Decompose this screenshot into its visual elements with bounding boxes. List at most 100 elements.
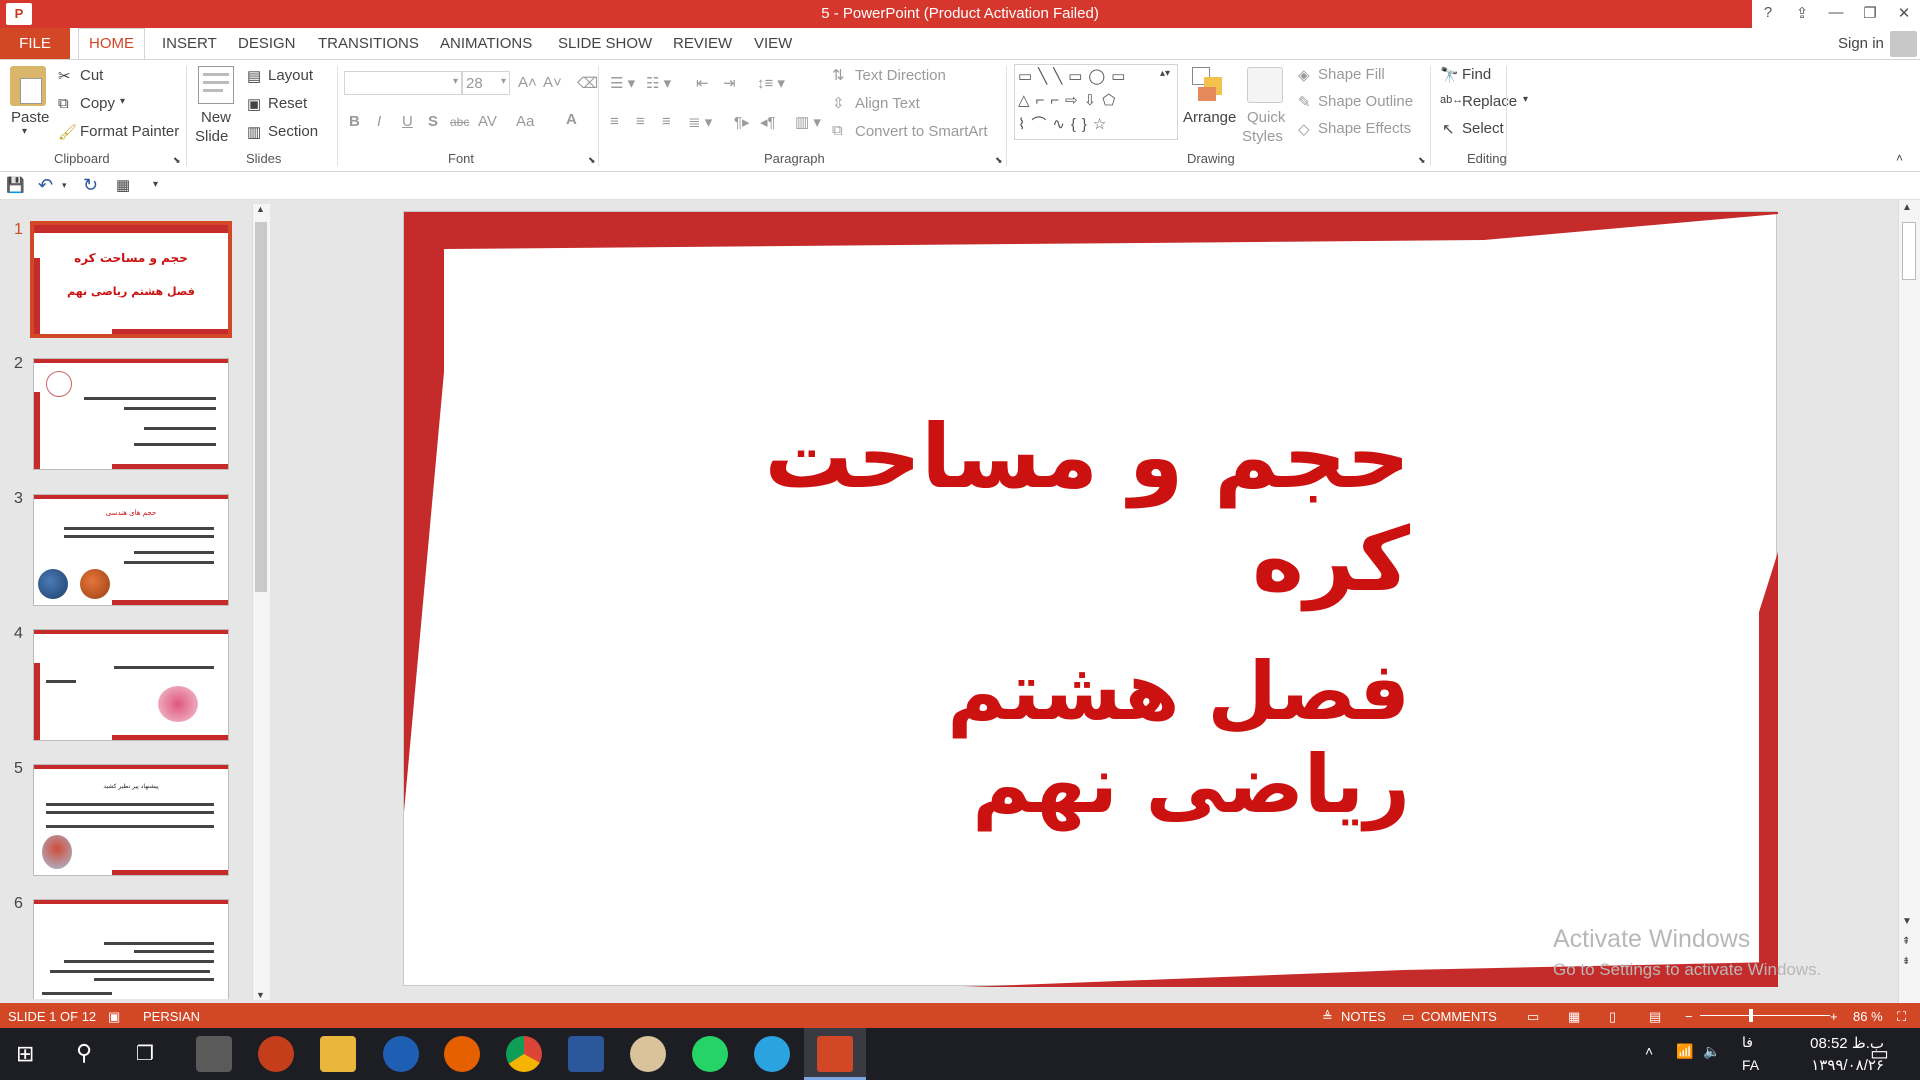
shape-effects-icon[interactable]: ◇ — [1298, 120, 1310, 138]
layout-icon[interactable]: ▤ — [247, 67, 261, 85]
paste-dropdown-icon[interactable]: ▾ — [22, 126, 27, 137]
volume-icon[interactable]: 🔈 — [1703, 1043, 1720, 1060]
tab-design[interactable]: DESIGN — [238, 35, 296, 52]
undo-icon[interactable]: ↶ — [38, 175, 53, 196]
quick-styles-button[interactable]: Quick — [1247, 109, 1285, 126]
network-icon[interactable]: 📶 — [1676, 1043, 1693, 1060]
slide-thumbnail-6[interactable] — [33, 899, 229, 999]
italic-button[interactable]: I — [377, 113, 381, 130]
next-slide-icon[interactable]: ⇟ — [1902, 956, 1910, 967]
bold-button[interactable]: B — [349, 113, 360, 130]
align-center-icon[interactable]: ≡ — [636, 113, 645, 130]
ribbon-display-options-icon[interactable]: ⇪ — [1786, 4, 1818, 22]
language-indicator[interactable]: PERSIAN — [143, 1009, 200, 1024]
replace-dropdown-icon[interactable]: ▾ — [1523, 94, 1528, 105]
align-right-icon[interactable]: ≡ — [662, 113, 671, 130]
shape-fill-icon[interactable]: ◈ — [1298, 66, 1310, 84]
font-size-combobox[interactable]: 28 ▾ — [462, 71, 510, 95]
columns-icon[interactable]: ▥ ▾ — [795, 113, 821, 131]
app-icon[interactable] — [383, 1036, 419, 1072]
chevron-down-icon[interactable]: ▾ — [453, 76, 458, 87]
slideshow-view-icon[interactable]: ▤ — [1649, 1009, 1661, 1025]
ltr-icon[interactable]: ¶▸ — [734, 113, 750, 131]
task-view-icon[interactable]: ❐ — [136, 1041, 154, 1066]
spelling-icon[interactable]: ▣ — [108, 1009, 120, 1025]
copy-icon[interactable]: ⧉ — [58, 95, 69, 112]
new-slide-label-2[interactable]: Slide — [195, 128, 228, 145]
scroll-down-icon[interactable]: ▼ — [1902, 916, 1912, 927]
comments-button[interactable]: COMMENTS — [1421, 1009, 1497, 1024]
decrease-indent-icon[interactable]: ⇤ — [696, 74, 709, 92]
shape-outline-icon[interactable]: ✎ — [1298, 93, 1311, 111]
avatar[interactable] — [1890, 31, 1917, 57]
input-language[interactable]: FA — [1742, 1057, 1759, 1073]
align-text-button[interactable]: Align Text — [855, 95, 920, 112]
fit-to-window-icon[interactable]: ⛶ — [1897, 1009, 1906, 1025]
chevron-down-icon[interactable]: ▾ — [501, 76, 506, 87]
search-icon[interactable]: ⚲ — [76, 1040, 92, 1066]
tab-insert[interactable]: INSERT — [162, 35, 217, 52]
clipboard-launcher-icon[interactable]: ⬊ — [173, 155, 181, 166]
slide-thumbnail-1[interactable]: حجم و مساحت کره فصل هشتم ریاضی نهم — [30, 221, 232, 338]
clear-formatting-icon[interactable]: ⌫ — [577, 74, 598, 92]
find-button[interactable]: Find — [1462, 66, 1491, 83]
tab-slideshow[interactable]: SLIDE SHOW — [558, 35, 652, 52]
customize-qat-icon[interactable]: ▾ — [153, 179, 158, 190]
convert-smartart-button[interactable]: Convert to SmartArt — [855, 123, 988, 140]
repeat-icon[interactable]: ↻ — [83, 175, 98, 196]
input-language-fa-script[interactable]: فا — [1742, 1034, 1753, 1051]
shapes-gallery[interactable]: ▭╲╲▭◯▭ △⌐⌐⇨⇩⬠ ⌇⌒∿{}☆ — [1014, 64, 1178, 140]
calculator-icon[interactable] — [196, 1036, 232, 1072]
help-button[interactable]: ? — [1752, 4, 1784, 21]
sign-in-link[interactable]: Sign in — [1838, 35, 1884, 52]
word-icon[interactable] — [568, 1036, 604, 1072]
shapes-row-3[interactable]: ⌇⌒∿{}☆ — [1018, 113, 1177, 137]
zoom-in-button[interactable]: + — [1830, 1009, 1838, 1024]
copy-button[interactable]: Copy — [80, 95, 115, 112]
find-icon[interactable]: 🔭 — [1440, 66, 1459, 84]
align-text-icon[interactable]: ⇳ — [832, 94, 845, 112]
bullets-icon[interactable]: ☰ ▾ — [610, 74, 635, 92]
tab-view[interactable]: VIEW — [754, 35, 792, 52]
minimize-button[interactable]: — — [1820, 4, 1852, 21]
powerpoint-viewer-icon[interactable] — [258, 1036, 294, 1072]
select-icon[interactable]: ↖ — [1442, 120, 1455, 138]
paragraph-launcher-icon[interactable]: ⬊ — [995, 155, 1003, 166]
layout-button[interactable]: Layout — [268, 67, 313, 84]
smartart-icon[interactable]: ⧉ — [832, 122, 843, 139]
replace-icon[interactable]: ab↔ — [1440, 94, 1463, 106]
tab-animations[interactable]: ANIMATIONS — [440, 35, 532, 52]
font-color-button[interactable]: A — [566, 111, 577, 128]
zoom-level[interactable]: 86 % — [1853, 1009, 1883, 1024]
clock[interactable]: 08:52 ب.ظ ۱۳۹۹/۰۸/۲۶ — [1770, 1034, 1884, 1074]
cut-button[interactable]: Cut — [80, 67, 103, 84]
start-slideshow-icon[interactable]: ▦ — [116, 176, 130, 194]
change-case-button[interactable]: Aa — [516, 113, 534, 130]
paste-button[interactable]: Paste — [11, 109, 49, 126]
drawing-launcher-icon[interactable]: ⬊ — [1418, 155, 1426, 166]
thumbnails-scrollbar[interactable]: ▲ ▼ — [252, 204, 270, 1000]
file-explorer-icon[interactable] — [320, 1036, 356, 1072]
tab-home[interactable]: HOME — [78, 28, 145, 59]
chrome-icon[interactable] — [506, 1036, 542, 1072]
telegram-icon[interactable] — [754, 1036, 790, 1072]
grow-font-icon[interactable]: A˄ — [518, 74, 537, 91]
reset-button[interactable]: Reset — [268, 95, 307, 112]
format-painter-button[interactable]: Format Painter — [80, 123, 179, 140]
zoom-slider-thumb[interactable] — [1749, 1009, 1753, 1022]
format-painter-icon[interactable]: 🖌 — [58, 123, 77, 141]
zoom-out-button[interactable]: − — [1685, 1009, 1693, 1024]
shadow-button[interactable]: S — [428, 113, 438, 130]
tab-file[interactable]: FILE — [0, 28, 70, 59]
slide-thumbnail-2[interactable] — [33, 358, 229, 470]
slide-subtitle[interactable]: فصل هشتم ریاضی نهم — [700, 645, 1410, 831]
slide-title[interactable]: حجم و مساحت کره — [700, 405, 1410, 611]
start-icon[interactable]: ⊞ — [16, 1041, 34, 1067]
arrange-icon[interactable] — [1192, 67, 1226, 103]
reset-icon[interactable]: ▣ — [247, 95, 261, 113]
select-button[interactable]: Select — [1462, 120, 1504, 137]
restore-button[interactable]: ❐ — [1854, 4, 1886, 22]
quick-styles-label-2[interactable]: Styles — [1242, 128, 1283, 145]
undo-dropdown-icon[interactable]: ▾ — [62, 180, 67, 191]
save-icon[interactable]: 💾 — [6, 176, 25, 194]
